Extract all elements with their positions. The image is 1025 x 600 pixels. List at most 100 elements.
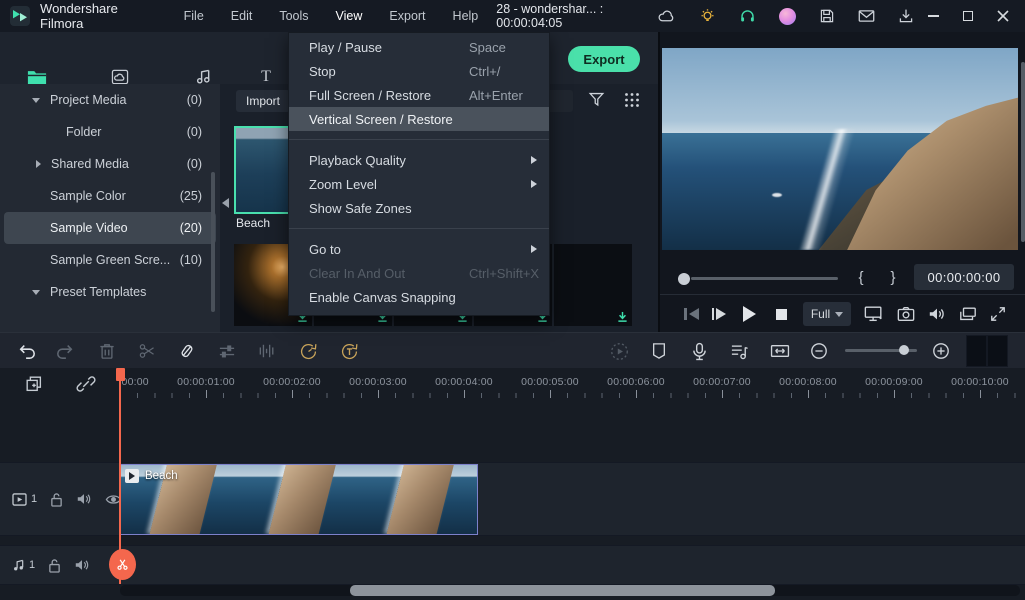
menu-tools[interactable]: Tools (279, 9, 308, 23)
menu-item-vertical-screen-restore[interactable]: Vertical Screen / Restore (289, 107, 549, 131)
collapse-arrow-icon[interactable] (32, 289, 40, 295)
export-button[interactable]: Export (568, 46, 640, 72)
tips-bulb-icon[interactable] (699, 8, 716, 25)
sidebar-item-sample-video[interactable]: Sample Video (20) (4, 212, 216, 244)
quality-selector[interactable]: Full (803, 302, 851, 326)
zoom-out-icon[interactable] (806, 333, 832, 369)
speaker-icon[interactable] (928, 306, 946, 322)
crop-icon[interactable] (174, 333, 200, 369)
menu-item-full-screen-restore[interactable]: Full Screen / Restore Alt+Enter (289, 83, 549, 107)
menu-help[interactable]: Help (453, 9, 479, 23)
lock-icon[interactable] (48, 558, 61, 573)
mute-icon[interactable] (76, 492, 92, 506)
previous-frame-icon[interactable] (684, 308, 699, 320)
adjust-icon[interactable] (214, 333, 240, 369)
menu-file[interactable]: File (184, 9, 204, 23)
menu-view[interactable]: View (336, 9, 363, 23)
sidebar-item-folder[interactable]: Folder (0) (0, 116, 220, 148)
maximize-button[interactable] (963, 11, 973, 21)
mute-icon[interactable] (74, 558, 90, 572)
grid-view-icon[interactable] (624, 92, 640, 108)
pip-icon[interactable] (959, 306, 977, 322)
sidebar-item-shared-media[interactable]: Shared Media (0) (0, 148, 220, 180)
link-icon[interactable] (76, 374, 96, 394)
collapse-panel-icon[interactable] (222, 198, 229, 208)
menu-separator (289, 228, 549, 229)
menu-item-show-safe-zones[interactable]: Show Safe Zones (289, 196, 549, 220)
close-button[interactable] (997, 10, 1009, 22)
playhead-head[interactable] (116, 368, 125, 381)
fit-timeline-icon[interactable] (767, 333, 793, 369)
shortcut-label: Ctrl+Shift+X (469, 265, 540, 281)
menu-item-zoom-level[interactable]: Zoom Level (289, 172, 549, 196)
text-to-speech-icon[interactable] (336, 333, 362, 369)
horizontal-scrollbar[interactable] (120, 585, 1020, 596)
sidebar-scrollbar[interactable] (211, 172, 215, 312)
split-scissors-icon[interactable] (134, 333, 160, 369)
clip-thumbnail (239, 465, 359, 534)
import-button[interactable]: Import (236, 90, 290, 112)
titlebar: Wondershare Filmora File Edit Tools View… (0, 0, 1025, 32)
item-count: (25) (179, 189, 202, 203)
mail-icon[interactable] (858, 9, 875, 23)
scrubber-playhead[interactable] (678, 273, 690, 285)
layout-toggle-buttons[interactable] (966, 335, 1008, 367)
collapse-arrow-icon[interactable] (32, 97, 40, 103)
menu-item-stop[interactable]: Stop Ctrl+/ (289, 59, 549, 83)
menu-item-go-to[interactable]: Go to (289, 237, 549, 261)
media-folder-icon (27, 69, 47, 85)
preview-video[interactable] (662, 48, 1018, 250)
play-icon[interactable] (739, 306, 759, 322)
menu-edit[interactable]: Edit (231, 9, 253, 23)
next-frame-icon[interactable] (711, 308, 726, 320)
download-icon[interactable] (898, 8, 914, 24)
scrubber-track[interactable] (691, 277, 838, 280)
add-to-timeline-icon[interactable] (24, 374, 44, 394)
titlebar-actions (657, 7, 914, 25)
undo-icon[interactable] (14, 333, 40, 369)
zoom-in-icon[interactable] (928, 333, 954, 369)
horizontal-scrollbar-thumb[interactable] (350, 585, 775, 596)
expand-arrow-icon[interactable] (36, 160, 41, 168)
sidebar-item-sample-green-screen[interactable]: Sample Green Scre... (10) (0, 244, 220, 276)
sidebar-item-preset-templates[interactable]: Preset Templates (0, 276, 220, 308)
support-headset-icon[interactable] (739, 8, 756, 24)
account-avatar[interactable] (779, 7, 796, 25)
menu-item-play-pause[interactable]: Play / Pause Space (289, 35, 549, 59)
filmora-window: Wondershare Filmora File Edit Tools View… (0, 0, 1025, 600)
minimize-button[interactable] (928, 15, 939, 17)
zoom-slider[interactable] (845, 345, 917, 355)
audio-adjust-icon[interactable] (254, 333, 280, 369)
download-badge-icon (617, 311, 628, 323)
speed-icon[interactable] (295, 333, 321, 369)
marker-icon[interactable] (646, 333, 672, 369)
fullscreen-icon[interactable] (990, 306, 1006, 322)
filter-icon[interactable] (588, 91, 605, 108)
media-item[interactable] (554, 244, 632, 326)
delete-icon[interactable] (94, 333, 120, 369)
snapshot-icon[interactable] (897, 306, 915, 322)
sidebar-item-sample-color[interactable]: Sample Color (25) (0, 180, 220, 212)
save-icon[interactable] (819, 8, 835, 24)
mark-out-button[interactable]: } (882, 265, 904, 289)
menu-item-playback-quality[interactable]: Playback Quality (289, 148, 549, 172)
preview-scrollbar[interactable] (1021, 62, 1025, 242)
redo-icon[interactable] (52, 333, 78, 369)
cloud-icon[interactable] (657, 8, 676, 24)
lock-icon[interactable] (50, 492, 63, 507)
titles-icon: T (261, 68, 271, 85)
mark-in-button[interactable]: { (850, 265, 872, 289)
record-voiceover-icon[interactable] (686, 333, 712, 369)
stop-icon[interactable] (772, 308, 790, 320)
shortcut-label: Space (469, 39, 506, 55)
video-track-number: 1 (31, 493, 38, 505)
sidebar-item-project-media[interactable]: Project Media (0) (0, 84, 220, 116)
playhead-scissors-handle[interactable] (109, 549, 136, 580)
timeline-clip-beach[interactable]: Beach (120, 464, 478, 535)
fit-display-icon[interactable] (864, 305, 884, 323)
render-preview-icon[interactable] (606, 333, 632, 369)
zoom-slider-handle[interactable] (899, 345, 909, 355)
menu-export[interactable]: Export (389, 9, 425, 23)
menu-item-enable-canvas-snapping[interactable]: Enable Canvas Snapping (289, 285, 549, 309)
audio-mixer-icon[interactable] (726, 333, 752, 369)
